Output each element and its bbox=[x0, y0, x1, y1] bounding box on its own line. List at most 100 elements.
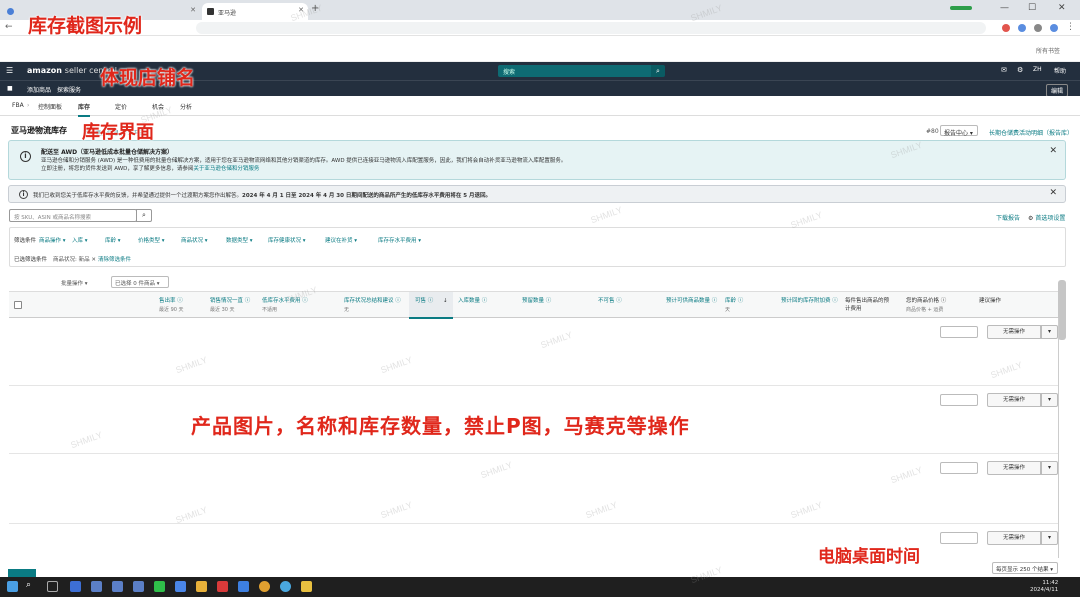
nav-fba[interactable]: FBA bbox=[12, 102, 24, 109]
column-header[interactable]: 您的商品价格 ⓘ 商品价格 + 运费 bbox=[906, 296, 946, 313]
gear-icon[interactable]: ⚙ bbox=[1017, 66, 1023, 74]
bookmark-icon[interactable]: ■ bbox=[7, 85, 13, 92]
nav-analytics[interactable]: 分析 bbox=[180, 102, 192, 111]
price-input[interactable] bbox=[940, 326, 978, 338]
column-header[interactable]: 库龄 ⓘ 天 bbox=[725, 296, 743, 313]
column-header[interactable]: 每件售出商品的预计费用 bbox=[845, 296, 891, 312]
filter-dropdown[interactable]: 库存健康状况 ▾ bbox=[268, 236, 306, 244]
column-header[interactable]: 售出率 ⓘ 最近 90 天 bbox=[159, 296, 184, 313]
search-icon[interactable]: ⌕ bbox=[136, 209, 152, 222]
menu-dots-icon[interactable]: ⋮ bbox=[1066, 22, 1075, 32]
bulk-select-dropdown[interactable]: 已选择 0 件商品 ▾ bbox=[111, 276, 169, 288]
app-icon[interactable] bbox=[112, 581, 123, 592]
action-button[interactable]: 无需操作 bbox=[987, 461, 1041, 475]
maximize-button[interactable]: ☐ bbox=[1028, 3, 1036, 13]
price-input[interactable] bbox=[940, 532, 978, 544]
folder-icon[interactable] bbox=[196, 581, 207, 592]
page-size-select[interactable]: 每页显示 250 个结果 ▾ bbox=[992, 562, 1058, 574]
all-bookmarks[interactable]: 所有书签 bbox=[1036, 46, 1060, 55]
extension-icon[interactable] bbox=[1002, 24, 1010, 32]
screenshot-root: ✕ 亚马逊 ✕ + — ☐ ✕ ← ⋮ 所有书签 ☰ amazon seller… bbox=[0, 0, 1080, 607]
filter-dropdown[interactable]: 库龄 ▾ bbox=[105, 236, 121, 244]
column-header[interactable]: 预计可供商品数量 ⓘ bbox=[666, 296, 717, 306]
address-bar-row: ← ⋮ bbox=[0, 20, 1080, 36]
preferences-link[interactable]: ⚙ 首选项设置 bbox=[1028, 213, 1065, 222]
column-header[interactable]: 预计回的库存附加费 ⓘ bbox=[781, 296, 838, 306]
add-product-link[interactable]: 添加商品 bbox=[27, 85, 51, 94]
report-select[interactable]: 报告中心 ▾ bbox=[940, 125, 978, 137]
column-header[interactable]: 库存状况总结和建议 ⓘ 无 bbox=[344, 296, 401, 313]
inventory-table-header: 售出率 ⓘ 最近 90 天 销售情况一直 ⓘ 最近 30 天 低库存水平费用 ⓘ 不适… bbox=[9, 291, 1058, 319]
task-view-icon[interactable] bbox=[47, 581, 58, 592]
storage-fee-link[interactable]: 长期仓储费活动明细（报告库） bbox=[989, 128, 1073, 137]
close-icon[interactable]: ✕ bbox=[1049, 188, 1057, 198]
info-icon: i bbox=[20, 151, 31, 162]
table-right-border bbox=[1058, 318, 1059, 558]
windows-start-icon[interactable] bbox=[7, 581, 18, 592]
close-tab-icon[interactable]: ✕ bbox=[190, 6, 196, 14]
search-icon[interactable]: ⌕ bbox=[26, 580, 37, 591]
column-header-sorted[interactable]: 可售 ⓘ ↓ bbox=[415, 296, 448, 306]
search-icon[interactable]: ⌕ bbox=[651, 65, 665, 77]
filter-dropdown[interactable]: 价格类型 ▾ bbox=[138, 236, 165, 244]
filter-dropdown[interactable]: 商品状况 ▾ bbox=[181, 236, 208, 244]
language-selector[interactable]: ZH bbox=[1033, 66, 1042, 73]
app-icon[interactable] bbox=[91, 581, 102, 592]
profile-icon[interactable] bbox=[1050, 24, 1058, 32]
hamburger-menu-icon[interactable]: ☰ bbox=[6, 66, 13, 75]
scrollbar[interactable] bbox=[1058, 280, 1066, 340]
app-icon[interactable] bbox=[217, 581, 228, 592]
header-search-input[interactable]: 搜索 bbox=[498, 65, 652, 77]
back-arrow-icon[interactable]: ← bbox=[5, 22, 13, 32]
mail-icon[interactable]: ✉ bbox=[1001, 66, 1007, 74]
app-icon[interactable] bbox=[133, 581, 144, 592]
column-header[interactable]: 入库数量 ⓘ bbox=[458, 296, 487, 306]
chevron-down-icon[interactable]: ▾ bbox=[1041, 325, 1058, 339]
app-icon[interactable] bbox=[70, 581, 81, 592]
nav-inventory[interactable]: 库存 bbox=[78, 102, 91, 117]
filter-dropdown[interactable]: 入库 ▾ bbox=[72, 236, 88, 244]
filter-dropdown[interactable]: 建议在补货 ▾ bbox=[325, 236, 357, 244]
chrome-icon[interactable] bbox=[259, 581, 270, 592]
explore-services-link[interactable]: 探索服务 bbox=[57, 85, 81, 94]
action-button[interactable]: 无需操作 bbox=[987, 531, 1041, 545]
chevron-down-icon[interactable]: ▾ bbox=[1041, 461, 1058, 475]
wechat-icon[interactable] bbox=[154, 581, 165, 592]
close-icon[interactable]: ✕ bbox=[1049, 146, 1057, 156]
close-window-button[interactable]: ✕ bbox=[1058, 3, 1066, 13]
select-all-checkbox[interactable] bbox=[14, 301, 22, 309]
app-icon[interactable] bbox=[238, 581, 249, 592]
action-button[interactable]: 无需操作 bbox=[987, 325, 1041, 339]
column-header[interactable]: 销售情况一直 ⓘ 最近 30 天 bbox=[210, 296, 250, 313]
filter-dropdown[interactable]: 库存存水平费用 ▾ bbox=[378, 236, 421, 244]
awd-learn-more-link[interactable]: 关于亚马逊仓储和分销服务 bbox=[193, 166, 259, 172]
price-input[interactable] bbox=[940, 462, 978, 474]
chevron-down-icon[interactable]: ▾ bbox=[1041, 531, 1058, 545]
applied-filter-chip[interactable]: 商品状况: 新品 ✕ bbox=[53, 255, 96, 263]
inventory-search-input[interactable]: 按 SKU、ASIN 或商品名称搜索 bbox=[9, 209, 137, 222]
action-button[interactable]: 无需操作 bbox=[987, 393, 1041, 407]
column-header[interactable]: 建议操作 bbox=[979, 296, 1001, 304]
extension-icon[interactable] bbox=[1034, 24, 1042, 32]
column-header[interactable]: 预留数量 ⓘ bbox=[522, 296, 551, 306]
app-icon[interactable] bbox=[301, 581, 312, 592]
download-report-link[interactable]: 下载报告 bbox=[996, 213, 1020, 222]
price-input[interactable] bbox=[940, 394, 978, 406]
minimize-button[interactable]: — bbox=[1000, 3, 1009, 13]
app-icon[interactable] bbox=[175, 581, 186, 592]
nav-pricing[interactable]: 定价 bbox=[115, 102, 127, 111]
address-input[interactable] bbox=[196, 22, 986, 34]
browser-tab-bar: ✕ 亚马逊 ✕ + — ☐ ✕ bbox=[0, 0, 1080, 20]
filter-dropdown[interactable]: 数据类型 ▾ bbox=[226, 236, 253, 244]
column-header[interactable]: 不可售 ⓘ bbox=[598, 296, 622, 306]
browser-icon[interactable] bbox=[280, 581, 291, 592]
chevron-down-icon[interactable]: ▾ bbox=[1041, 393, 1058, 407]
bulk-actions[interactable]: 批量操作 ▾ bbox=[61, 279, 88, 287]
extension-icon[interactable] bbox=[1018, 24, 1026, 32]
help-link[interactable]: 帮助 bbox=[1054, 66, 1066, 75]
filter-dropdown[interactable]: 商品操作 ▾ bbox=[39, 236, 66, 244]
info-icon: i bbox=[19, 190, 28, 199]
clear-filters-link[interactable]: 清除筛选条件 bbox=[98, 255, 131, 263]
nav-dashboard[interactable]: 控制面板 bbox=[38, 102, 62, 111]
windows-taskbar: ⌕ 11:42 2024/4/11 bbox=[0, 577, 1080, 597]
